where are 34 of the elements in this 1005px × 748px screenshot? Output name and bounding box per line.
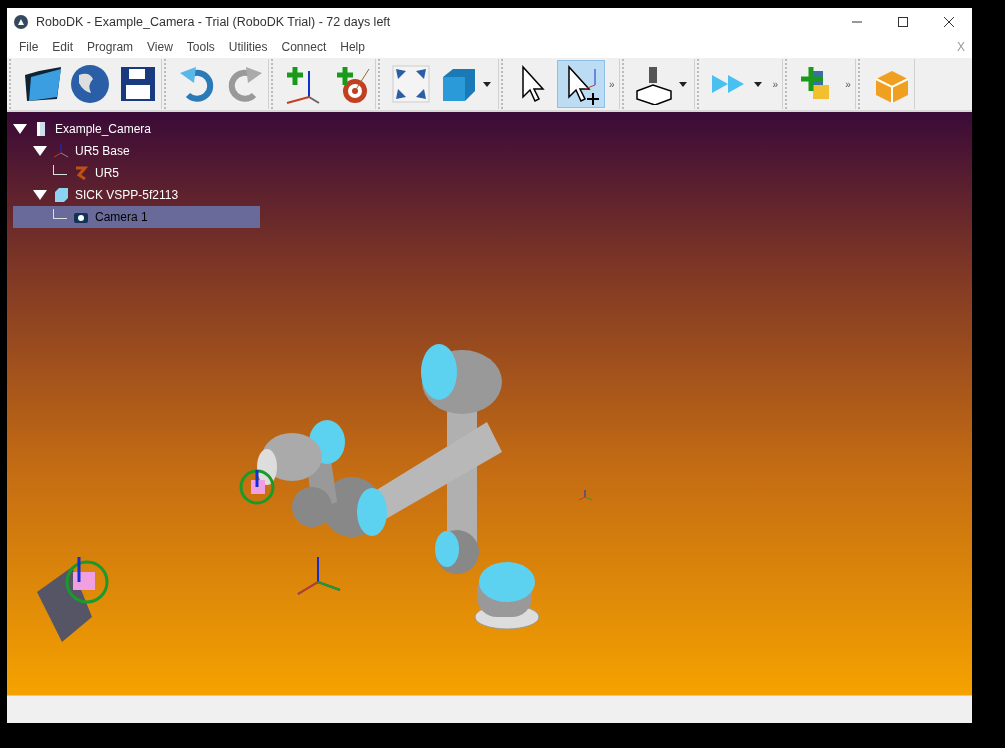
menu-item[interactable]: Help (333, 38, 372, 56)
menu-item[interactable]: View (140, 38, 180, 56)
overflow-button[interactable]: » (605, 76, 619, 92)
frame-icon (53, 143, 69, 159)
axes-icon (578, 489, 593, 501)
overflow-button[interactable]: » (841, 76, 855, 92)
menu-item[interactable]: Edit (45, 38, 81, 56)
fit-view-icon (390, 63, 432, 105)
tree-item[interactable]: Example_Camera (13, 118, 260, 140)
object-icon (53, 187, 69, 203)
window-title: RoboDK - Example_Camera - Trial (RoboDK Trial) - 72 days left (36, 13, 392, 31)
globe-icon (69, 63, 111, 105)
toolbar-button[interactable] (557, 60, 605, 108)
expand-arrow-icon[interactable] (33, 190, 47, 200)
caret-icon (678, 81, 687, 87)
axes-icon (297, 556, 341, 595)
app-logo-icon (14, 15, 28, 29)
tree-item[interactable]: UR5 (13, 162, 260, 184)
expand-arrow-icon[interactable] (33, 146, 47, 156)
tree-item[interactable]: Camera 1 (13, 206, 260, 228)
expand-arrow-icon[interactable] (13, 124, 27, 134)
camera-frame-drawing (239, 469, 275, 505)
tree-item[interactable]: SICK VSPP-5f2113 (13, 184, 260, 206)
menu-item[interactable]: File (12, 38, 46, 56)
menu-item[interactable]: Connect (274, 38, 334, 56)
caret-icon (753, 81, 762, 87)
menu-item[interactable]: Tools (179, 38, 222, 56)
3d-viewport[interactable]: Example_Camera UR5 Base UR5 SICK VSPP-5f2113 Camera 1 (7, 112, 972, 695)
menu-item[interactable]: Utilities (221, 38, 275, 56)
overflow-button[interactable]: » (768, 76, 783, 92)
menu-item[interactable]: Program (80, 38, 141, 56)
robot-icon (73, 165, 89, 181)
caret-icon (483, 81, 491, 87)
tree-item[interactable]: UR5 Base (13, 140, 260, 162)
